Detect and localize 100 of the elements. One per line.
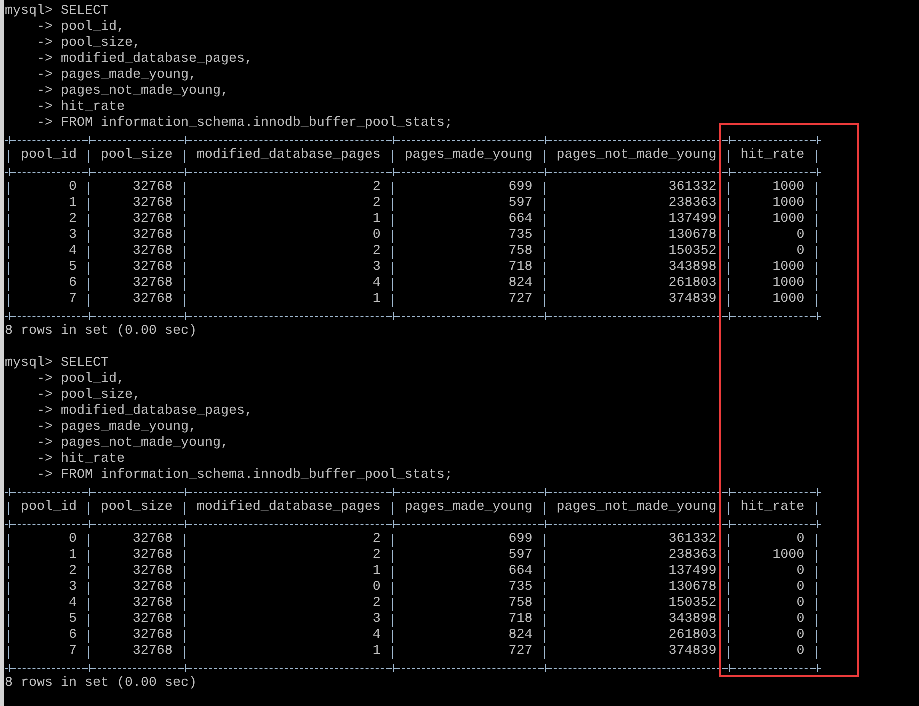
table-cell: 0 xyxy=(796,612,805,628)
query-line: mysql> SELECT xyxy=(5,4,109,20)
query-line: -> pool_id, xyxy=(36,372,125,388)
table-cell: 0 xyxy=(796,244,805,260)
table-cell: 32768 xyxy=(132,180,173,196)
table-cell: 4 xyxy=(372,628,381,644)
column-header: hit_rate xyxy=(740,500,805,516)
table-cell: 0 xyxy=(796,628,805,644)
table-cell: 3 xyxy=(372,612,381,628)
table-cell: 4 xyxy=(68,596,77,612)
column-header: pages_not_made_young xyxy=(556,148,717,164)
query-line: -> hit_rate xyxy=(36,452,125,468)
table-cell: 361332 xyxy=(668,180,717,196)
query-line: mysql> SELECT xyxy=(5,356,109,372)
query-line: -> pages_made_young, xyxy=(36,68,197,84)
table-cell: 0 xyxy=(68,532,77,548)
table-cell: 7 xyxy=(68,292,77,308)
table-cell: 32768 xyxy=(132,596,173,612)
table-cell: 0 xyxy=(796,644,805,660)
table-cell: 6 xyxy=(68,628,77,644)
column-header: pages_not_made_young xyxy=(556,500,717,516)
table-cell: 150352 xyxy=(668,244,717,260)
table-cell: 7 xyxy=(68,644,77,660)
query-line: -> pool_size, xyxy=(36,36,141,52)
table-cell: 664 xyxy=(508,564,533,580)
table-cell: 758 xyxy=(508,596,533,612)
table-cell: 32768 xyxy=(132,532,173,548)
table-cell: 1000 xyxy=(772,276,805,292)
table-cell: 137499 xyxy=(668,564,717,580)
table-cell: 32768 xyxy=(132,228,173,244)
table-cell: 824 xyxy=(508,276,533,292)
table-cell: 2 xyxy=(372,596,381,612)
table-cell: 32768 xyxy=(132,196,173,212)
table-cell: 32768 xyxy=(132,564,173,580)
table-cell: 0 xyxy=(372,228,381,244)
table-cell: 0 xyxy=(68,180,77,196)
column-header: modified_database_pages xyxy=(196,148,381,164)
table-cell: 5 xyxy=(68,260,77,276)
table-cell: 238363 xyxy=(668,196,717,212)
table-cell: 699 xyxy=(508,180,533,196)
table-cell: 343898 xyxy=(668,260,717,276)
table-cell: 735 xyxy=(508,228,533,244)
table-cell: 32768 xyxy=(132,292,173,308)
query-line: -> pages_not_made_young, xyxy=(36,84,229,100)
table-cell: 32768 xyxy=(132,580,173,596)
column-header: pool_size xyxy=(100,148,173,164)
table-cell: 130678 xyxy=(668,228,717,244)
query-line: -> modified_database_pages, xyxy=(36,52,253,68)
table-cell: 0 xyxy=(796,228,805,244)
table-cell: 2 xyxy=(372,180,381,196)
column-header: modified_database_pages xyxy=(196,500,381,516)
table-cell: 758 xyxy=(508,244,533,260)
table-cell: 1 xyxy=(68,548,77,564)
query-line: -> FROM information_schema.innodb_buffer_pool_stats; xyxy=(36,468,453,484)
table-cell: 32768 xyxy=(132,644,173,660)
table-cell: 32768 xyxy=(132,212,173,228)
table-cell: 374839 xyxy=(668,292,717,308)
table-cell: 664 xyxy=(508,212,533,228)
table-cell: 361332 xyxy=(668,532,717,548)
table-cell: 137499 xyxy=(668,212,717,228)
result-summary: 8 rows in set (0.00 sec) xyxy=(5,324,197,340)
table-cell: 0 xyxy=(796,532,805,548)
table-cell: 735 xyxy=(508,580,533,596)
column-header: pool_id xyxy=(20,148,77,164)
table-cell: 261803 xyxy=(668,276,717,292)
table-cell: 32768 xyxy=(132,612,173,628)
table-cell: 261803 xyxy=(668,628,717,644)
table-cell: 727 xyxy=(508,292,533,308)
table-cell: 2 xyxy=(372,244,381,260)
table-cell: 32768 xyxy=(132,276,173,292)
table-cell: 32768 xyxy=(132,548,173,564)
table-cell: 699 xyxy=(508,532,533,548)
table-cell: 0 xyxy=(796,580,805,596)
table-cell: 1000 xyxy=(772,292,805,308)
table-cell: 0 xyxy=(372,580,381,596)
result-summary: 8 rows in set (0.00 sec) xyxy=(5,676,197,692)
table-cell: 1000 xyxy=(772,260,805,276)
table-cell: 2 xyxy=(372,532,381,548)
column-header: hit_rate xyxy=(740,148,805,164)
table-cell: 238363 xyxy=(668,548,717,564)
table-cell: 2 xyxy=(68,212,77,228)
query-line: -> pages_made_young, xyxy=(36,420,197,436)
table-cell: 1 xyxy=(372,644,381,660)
table-cell: 150352 xyxy=(668,596,717,612)
table-cell: 130678 xyxy=(668,580,717,596)
table-cell: 5 xyxy=(68,612,77,628)
table-cell: 597 xyxy=(508,196,533,212)
table-cell: 32768 xyxy=(132,628,173,644)
table-cell: 718 xyxy=(508,260,533,276)
table-cell: 374839 xyxy=(668,644,717,660)
table-cell: 1000 xyxy=(772,548,805,564)
table-cell: 597 xyxy=(508,548,533,564)
query-line: -> pool_id, xyxy=(36,20,125,36)
table-cell: 32768 xyxy=(132,260,173,276)
table-cell: 2 xyxy=(372,548,381,564)
table-cell: 4 xyxy=(68,244,77,260)
query-line: -> FROM information_schema.innodb_buffer_pool_stats; xyxy=(36,116,453,132)
table-cell: 2 xyxy=(372,196,381,212)
table-cell: 1000 xyxy=(772,212,805,228)
table-cell: 2 xyxy=(68,564,77,580)
